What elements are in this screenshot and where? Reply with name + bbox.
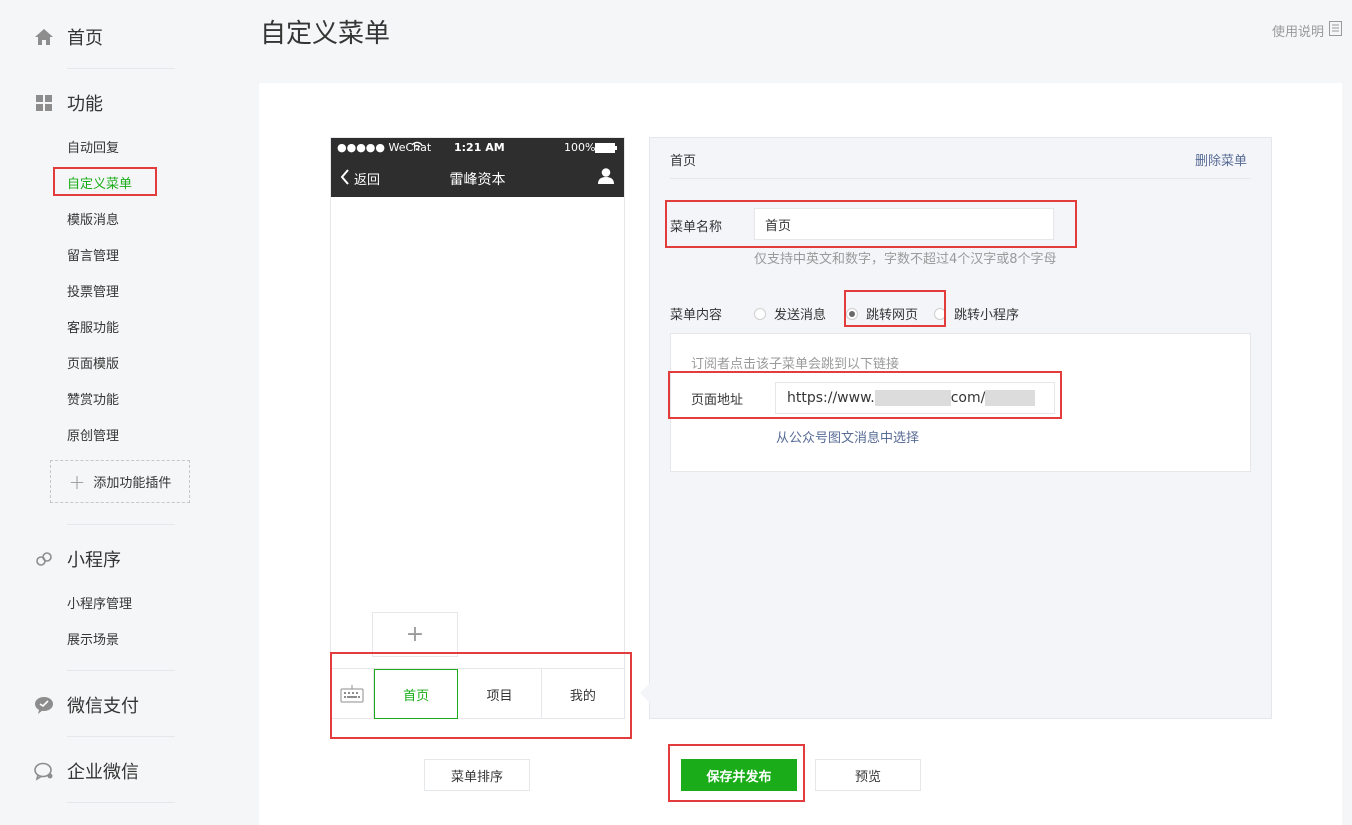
document-icon xyxy=(1329,21,1342,40)
menu-name-hint: 仅支持中英文和数字，字数不超过4个汉字或8个字母 xyxy=(754,252,1057,267)
divider xyxy=(67,670,175,671)
sidebar-item-customer-service[interactable]: 客服功能 xyxy=(67,317,119,336)
profile-icon xyxy=(597,167,615,189)
url-prefix: https://www. xyxy=(787,390,875,406)
sidebar-home[interactable]: 首页 xyxy=(34,24,103,50)
radio-label: 跳转网页 xyxy=(866,308,919,323)
radio-dot xyxy=(846,307,859,320)
radio-label: 跳转小程序 xyxy=(954,308,1020,323)
phone-menu-bar: 首页 项目 我的 xyxy=(331,668,624,719)
editor-section-title: 首页 xyxy=(670,154,697,169)
sidebar-pay[interactable]: 微信支付 xyxy=(34,692,139,718)
wechat-pay-icon xyxy=(34,695,54,715)
work-wechat-icon xyxy=(34,761,54,781)
divider xyxy=(67,524,175,525)
wifi-icon xyxy=(411,141,423,154)
radio-dot xyxy=(934,307,947,320)
menu-tab-projects[interactable]: 项目 xyxy=(458,669,542,719)
sidebar-features-label: 功能 xyxy=(67,94,103,115)
sidebar-home-label: 首页 xyxy=(67,28,103,49)
plus-icon: + xyxy=(68,469,86,494)
sidebar-item-original[interactable]: 原创管理 xyxy=(67,425,119,444)
help-link[interactable]: 使用说明 xyxy=(1272,21,1342,40)
miniprogram-icon xyxy=(34,549,54,569)
save-publish-button[interactable]: 保存并发布 xyxy=(681,759,797,791)
redacted-text xyxy=(874,390,951,406)
battery-label: 100% xyxy=(564,141,596,154)
phone-status-bar: ●●●●● WeChat 1:21 AM 100% xyxy=(331,138,624,158)
radio-send-message[interactable]: 发送消息 xyxy=(754,304,826,323)
editor-pointer xyxy=(640,683,650,703)
keyboard-icon[interactable] xyxy=(331,669,374,719)
divider xyxy=(67,736,175,737)
url-label: 页面地址 xyxy=(691,393,744,408)
menu-name-input[interactable]: 首页 xyxy=(754,208,1054,240)
sidebar-miniprogram-label: 小程序 xyxy=(67,550,121,571)
sidebar-item-reward[interactable]: 赞赏功能 xyxy=(67,389,119,408)
sub-description: 订阅者点击该子菜单会跳到以下链接 xyxy=(691,357,900,372)
sidebar-item-comments[interactable]: 留言管理 xyxy=(67,245,119,264)
sort-menu-button[interactable]: 菜单排序 xyxy=(424,759,530,791)
sidebar-pay-label: 微信支付 xyxy=(67,696,139,717)
radio-jump-web[interactable]: 跳转网页 xyxy=(846,304,918,323)
divider xyxy=(670,178,1251,179)
menu-name-label: 菜单名称 xyxy=(670,220,723,235)
sidebar-work[interactable]: 企业微信 xyxy=(34,758,139,784)
add-submenu-button[interactable]: + xyxy=(372,612,458,657)
menu-content-label: 菜单内容 xyxy=(670,308,723,323)
delete-menu-link[interactable]: 删除菜单 xyxy=(1195,150,1247,169)
account-name: 雷峰资本 xyxy=(449,172,506,188)
sidebar-item-mini-manage[interactable]: 小程序管理 xyxy=(67,593,132,612)
divider xyxy=(67,68,175,69)
sidebar-miniprogram: 小程序 xyxy=(34,546,121,572)
add-plugin-button[interactable]: + 添加功能插件 xyxy=(50,460,190,503)
home-icon xyxy=(34,27,54,47)
radio-dot xyxy=(754,307,766,320)
radio-jump-miniprogram[interactable]: 跳转小程序 xyxy=(934,304,1019,323)
menu-tab-mine[interactable]: 我的 xyxy=(542,669,624,719)
help-link-label: 使用说明 xyxy=(1271,25,1324,40)
page-title: 自定义菜单 xyxy=(260,19,391,49)
sidebar-item-auto-reply[interactable]: 自动回复 xyxy=(67,137,119,156)
sidebar-item-custom-menu[interactable]: 自定义菜单 xyxy=(67,173,132,192)
sidebar-item-mini-scene[interactable]: 展示场景 xyxy=(67,629,119,648)
sidebar-item-template-message[interactable]: 模版消息 xyxy=(67,209,119,228)
status-time: 1:21 AM xyxy=(454,141,505,154)
url-mid: com/ xyxy=(950,390,986,406)
grid-icon xyxy=(34,93,54,113)
divider xyxy=(67,802,175,803)
preview-button[interactable]: 预览 xyxy=(815,759,921,791)
menu-tab-home[interactable]: 首页 xyxy=(374,669,459,719)
url-input[interactable]: https://www. com/ xyxy=(775,382,1055,414)
sidebar-work-label: 企业微信 xyxy=(67,762,139,783)
redacted-text xyxy=(985,390,1036,406)
phone-nav-bar: 返回 雷峰资本 xyxy=(331,158,624,197)
menu-content-options: 发送消息 跳转网页 跳转小程序 xyxy=(754,304,1039,323)
radio-label: 发送消息 xyxy=(774,308,827,323)
sidebar-features: 功能 xyxy=(34,90,103,116)
select-from-articles-link[interactable]: 从公众号图文消息中选择 xyxy=(776,427,919,446)
add-plugin-label: 添加功能插件 xyxy=(93,476,172,491)
battery-icon xyxy=(595,143,617,156)
sidebar-item-vote[interactable]: 投票管理 xyxy=(67,281,119,300)
sidebar-item-page-template[interactable]: 页面模版 xyxy=(67,353,119,372)
